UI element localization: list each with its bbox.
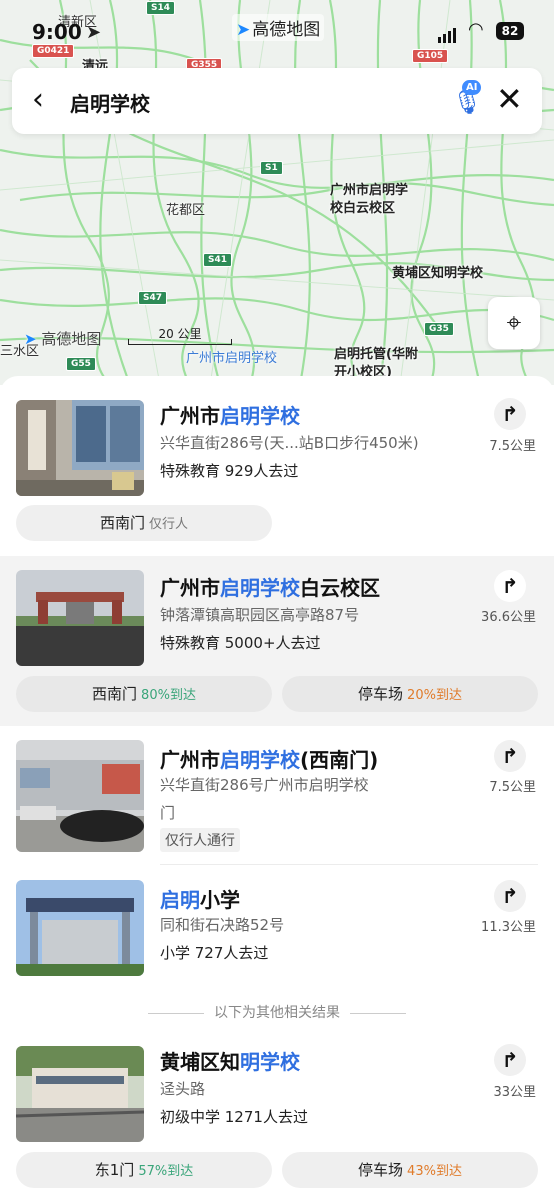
result-photo (16, 1046, 144, 1142)
entrance-pill[interactable]: 西南门 仅行人 (16, 505, 272, 541)
road-shield: S1 (260, 161, 283, 175)
map-label-huangpu[interactable]: 黄埔区知明学校 (392, 265, 483, 283)
navigate-icon[interactable]: ↱ (494, 880, 526, 912)
entrance-pill[interactable]: 停车场 20%到达 (282, 676, 538, 712)
related-results-separator: 以下为其他相关结果 (0, 1002, 554, 1022)
result-title: 黄埔区知明学校 (160, 1050, 300, 1074)
entrance-pill[interactable]: 停车场 43%到达 (282, 1152, 538, 1188)
result-meta: 初级中学 1271人去过 (160, 1108, 308, 1126)
map-label-baiyun-campus[interactable]: 广州市启明学 校白云校区 (330, 182, 408, 218)
result-title: 启明小学 (160, 888, 240, 912)
result-address: 同和街石决路52号 (160, 916, 285, 934)
navigate-icon[interactable]: ↱ (494, 1044, 526, 1076)
result-card[interactable]: 广州市启明学校(西南门) 兴华直街286号广州市启明学校 门 仅行人通行 ↱ 7… (0, 726, 554, 866)
locate-me-button[interactable]: ⌖ (488, 297, 540, 349)
close-icon[interactable]: ✕ (496, 82, 523, 116)
result-distance: 36.6公里 (481, 610, 536, 625)
result-meta: 特殊教育 5000+人去过 (160, 634, 321, 652)
access-tag: 仅行人通行 (160, 828, 240, 852)
crosshair-icon: ⌖ (506, 308, 522, 338)
amap-logo-icon: ➤ (236, 20, 251, 40)
result-card[interactable]: 启明小学 同和街石决路52号 小学 727人去过 ↱ 11.3公里 (0, 866, 554, 988)
result-meta: 特殊教育 929人去过 (160, 462, 299, 480)
result-photo (16, 740, 144, 852)
back-arrow-icon[interactable]: ‹ (32, 84, 44, 116)
result-distance: 7.5公里 (489, 780, 536, 795)
result-title: 广州市启明学校白云校区 (160, 576, 380, 600)
result-card[interactable]: 广州市启明学校 兴华直街286号(天...站B口步行450米) 特殊教育 929… (0, 376, 554, 556)
result-meta: 小学 727人去过 (160, 944, 269, 962)
app-brand: ➤ 高德地图 (232, 14, 325, 41)
result-address: 迳头路 (160, 1080, 206, 1098)
result-card[interactable]: 广州市启明学校白云校区 钟落潭镇高职园区高亭路87号 特殊教育 5000+人去过… (0, 556, 554, 726)
divider (160, 864, 538, 865)
result-title: 广州市启明学校 (160, 404, 300, 428)
road-shield: G35 (424, 322, 454, 336)
result-distance: 33公里 (493, 1085, 536, 1100)
wifi-icon: ◠ (468, 19, 484, 40)
map-scale: 20 公里 (128, 325, 232, 345)
result-list[interactable]: 广州市启明学校 兴华直街286号(天...站B口步行450米) 特殊教育 929… (0, 376, 554, 1199)
map-label-guangzhou[interactable]: 广州市启明学校 (186, 350, 277, 368)
entrance-pill[interactable]: 东1门 57%到达 (16, 1152, 272, 1188)
search-bar[interactable]: ‹ 启明学校 🎙 AI ✕ (12, 68, 542, 134)
navigate-icon[interactable]: ↱ (494, 740, 526, 772)
navigate-icon[interactable]: ↱ (494, 398, 526, 430)
map-label-huadu[interactable]: 花都区 (166, 202, 205, 220)
result-photo (16, 880, 144, 976)
cellular-signal-icon (438, 24, 458, 43)
entrance-pill[interactable]: 西南门 80%到达 (16, 676, 272, 712)
search-input[interactable]: 启明学校 (70, 88, 150, 117)
result-address-cont: 门 (160, 804, 176, 822)
ai-voice-button[interactable]: 🎙 AI (448, 80, 482, 120)
clock: 9:00 (32, 20, 82, 44)
amap-logo-icon: ➤ (24, 330, 37, 348)
result-card[interactable]: 黄埔区知明学校 迳头路 初级中学 1271人去过 ↱ 33公里 东1门 57%到达… (0, 1036, 554, 1199)
ai-badge-icon: AI (462, 80, 482, 95)
result-address: 兴华直街286号广州市启明学校 (160, 776, 369, 794)
road-shield: S47 (138, 291, 168, 305)
battery-icon: 82 (496, 22, 524, 40)
result-photo (16, 400, 144, 496)
result-address: 钟落潭镇高职园区高亭路87号 (160, 606, 360, 624)
result-address: 兴华直街286号(天...站B口步行450米) (160, 434, 419, 452)
result-title: 广州市启明学校(西南门) (160, 748, 379, 772)
result-distance: 11.3公里 (481, 920, 536, 935)
navigate-icon[interactable]: ↱ (494, 570, 526, 602)
status-bar: 9:00 ➤ ➤ 高德地图 ◠ 82 (0, 0, 554, 62)
road-shield: G55 (66, 357, 96, 371)
map-brand: ➤ 高德地图 (24, 330, 102, 348)
result-photo (16, 570, 144, 666)
result-distance: 7.5公里 (489, 439, 536, 454)
location-arrow-icon: ➤ (86, 22, 102, 43)
road-shield: S41 (203, 253, 233, 267)
